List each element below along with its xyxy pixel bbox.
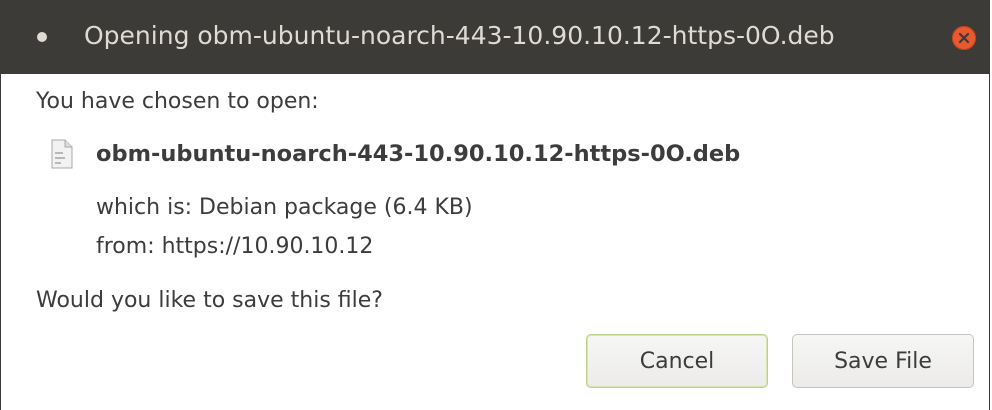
- close-icon: [958, 32, 970, 44]
- file-name: obm-ubuntu-noarch-443-10.90.10.12-https-…: [96, 141, 741, 167]
- save-question: Would you like to save this file?: [36, 288, 383, 313]
- prompt-label: You have chosen to open:: [36, 89, 319, 114]
- save-file-button[interactable]: Save File: [792, 334, 974, 388]
- window-title: Opening obm-ubuntu-noarch-443-10.90.10.1…: [84, 21, 835, 50]
- save-file-button-label: Save File: [834, 348, 932, 374]
- title-bar[interactable]: Opening obm-ubuntu-noarch-443-10.90.10.1…: [1, 0, 989, 74]
- file-type-label: which is: Debian package (6.4 KB): [96, 195, 473, 220]
- window-menu-dot-icon: [37, 32, 47, 42]
- file-open-dialog: Opening obm-ubuntu-noarch-443-10.90.10.1…: [0, 0, 990, 410]
- close-button[interactable]: [952, 26, 976, 50]
- cancel-button[interactable]: Cancel: [586, 334, 768, 388]
- file-icon: [51, 139, 73, 169]
- cancel-button-label: Cancel: [639, 348, 715, 374]
- file-source-label: from: https://10.90.10.12: [96, 234, 374, 259]
